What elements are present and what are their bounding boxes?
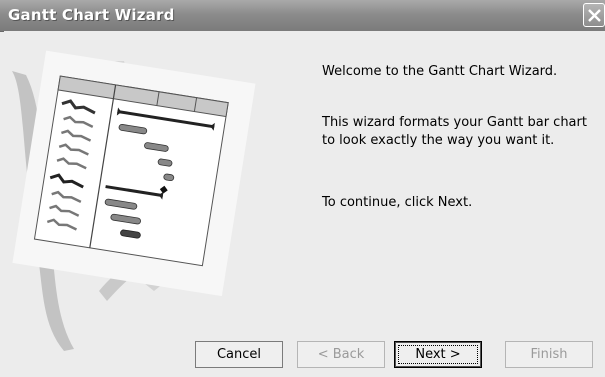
finish-button-label: Finish: [530, 347, 568, 362]
gantt-chart-illustration: [12, 50, 256, 351]
instruction-text: To continue, click Next.: [322, 195, 473, 210]
title-bar[interactable]: Gantt Chart Wizard: [0, 0, 605, 32]
back-button[interactable]: < Back: [297, 341, 385, 368]
next-button[interactable]: Next >: [394, 341, 482, 368]
welcome-text: Welcome to the Gantt Chart Wizard.: [322, 64, 558, 79]
window-title: Gantt Chart Wizard: [8, 6, 175, 24]
focus-rect: [398, 345, 478, 364]
task-bar: [163, 173, 175, 182]
back-button-label: < Back: [317, 347, 365, 362]
close-button[interactable]: [583, 3, 605, 27]
finish-button[interactable]: Finish: [505, 341, 593, 368]
cancel-button-label: Cancel: [216, 347, 262, 362]
close-icon: [588, 9, 601, 22]
description-text: This wizard formats your Gantt bar chart…: [322, 115, 587, 148]
wizard-window: Gantt Chart Wizard Welcome to the Gantt …: [0, 0, 605, 377]
wizard-body: Welcome to the Gantt Chart Wizard. This …: [4, 31, 605, 377]
cancel-button[interactable]: Cancel: [195, 341, 283, 368]
